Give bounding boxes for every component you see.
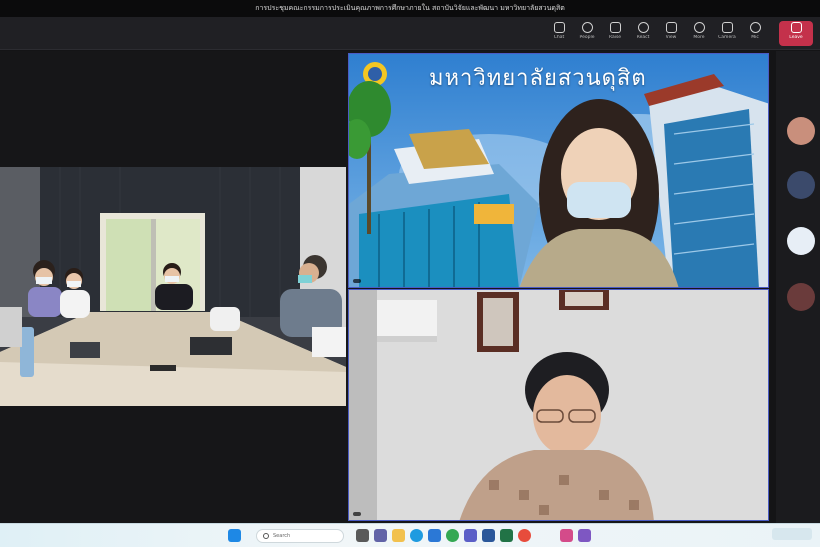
presenter-name-tag [353,279,361,283]
chat-button[interactable]: Chat [545,21,573,46]
camera-button[interactable]: Camera [713,21,741,46]
people-icon [581,22,593,33]
people-button[interactable]: People [573,21,601,46]
video-stage: มหาวิทยาลัยสวนดุสิต [0,51,770,523]
camera-icon [721,22,733,33]
university-banner-text: มหาวิทยาลัยสวนดุสิต [429,66,647,91]
store-icon[interactable] [428,529,441,542]
task-view-icon[interactable] [356,529,369,542]
file-explorer-icon[interactable] [392,529,405,542]
windows-taskbar: Search [0,523,820,547]
chat-icon [553,22,565,33]
video-tile-speaker[interactable] [348,289,769,521]
participant-thumbnail[interactable] [786,171,816,201]
video-tile-meeting-room[interactable] [0,167,346,406]
avatar [787,227,815,255]
window-title: การประชุมคณะกรรมการประเมินคุณภาพการศึกษา… [0,0,820,17]
app-icon[interactable] [560,529,573,542]
app-icon[interactable] [578,529,591,542]
more-button[interactable]: More [685,21,713,46]
word-icon[interactable] [482,529,495,542]
react-icon [637,22,649,33]
windows-start-icon[interactable] [228,529,241,542]
react-button[interactable]: React [629,21,657,46]
avatar [787,171,815,199]
teams-icon[interactable] [464,529,477,542]
leave-button[interactable]: Leave [779,21,813,46]
paint-icon[interactable] [518,529,531,542]
participant-thumbnail[interactable] [786,117,816,147]
excel-icon[interactable] [500,529,513,542]
teams-meeting-window: การประชุมคณะกรรมการประเมินคุณภาพการศึกษา… [0,0,820,547]
view-icon [665,22,677,33]
tray-icons [772,528,812,540]
chrome-icon[interactable] [446,529,459,542]
raise-hand-icon [609,22,621,33]
view-button[interactable]: View [657,21,685,46]
mic-button[interactable]: Mic [741,21,769,46]
meeting-room-video [0,167,346,406]
leave-icon [790,22,802,33]
speaker-video [349,290,768,520]
more-icon [693,22,705,33]
mic-icon [749,22,761,33]
search-icon [263,533,269,539]
avatar [787,117,815,145]
speaker-name-tag [353,512,361,516]
raise-hand-button[interactable]: Raise [601,21,629,46]
participant-rail [776,51,820,523]
taskbar-search-input[interactable]: Search [256,529,344,543]
edge-icon[interactable] [410,529,423,542]
participant-thumbnail[interactable] [786,227,816,257]
participant-thumbnail[interactable] [786,283,816,313]
video-tile-presenter[interactable]: มหาวิทยาลัยสวนดุสิต [348,53,769,288]
meeting-toolbar: Chat People Raise React View More Camera [0,17,820,50]
system-tray[interactable] [772,528,812,543]
avatar [787,283,815,311]
chat-icon[interactable] [374,529,387,542]
